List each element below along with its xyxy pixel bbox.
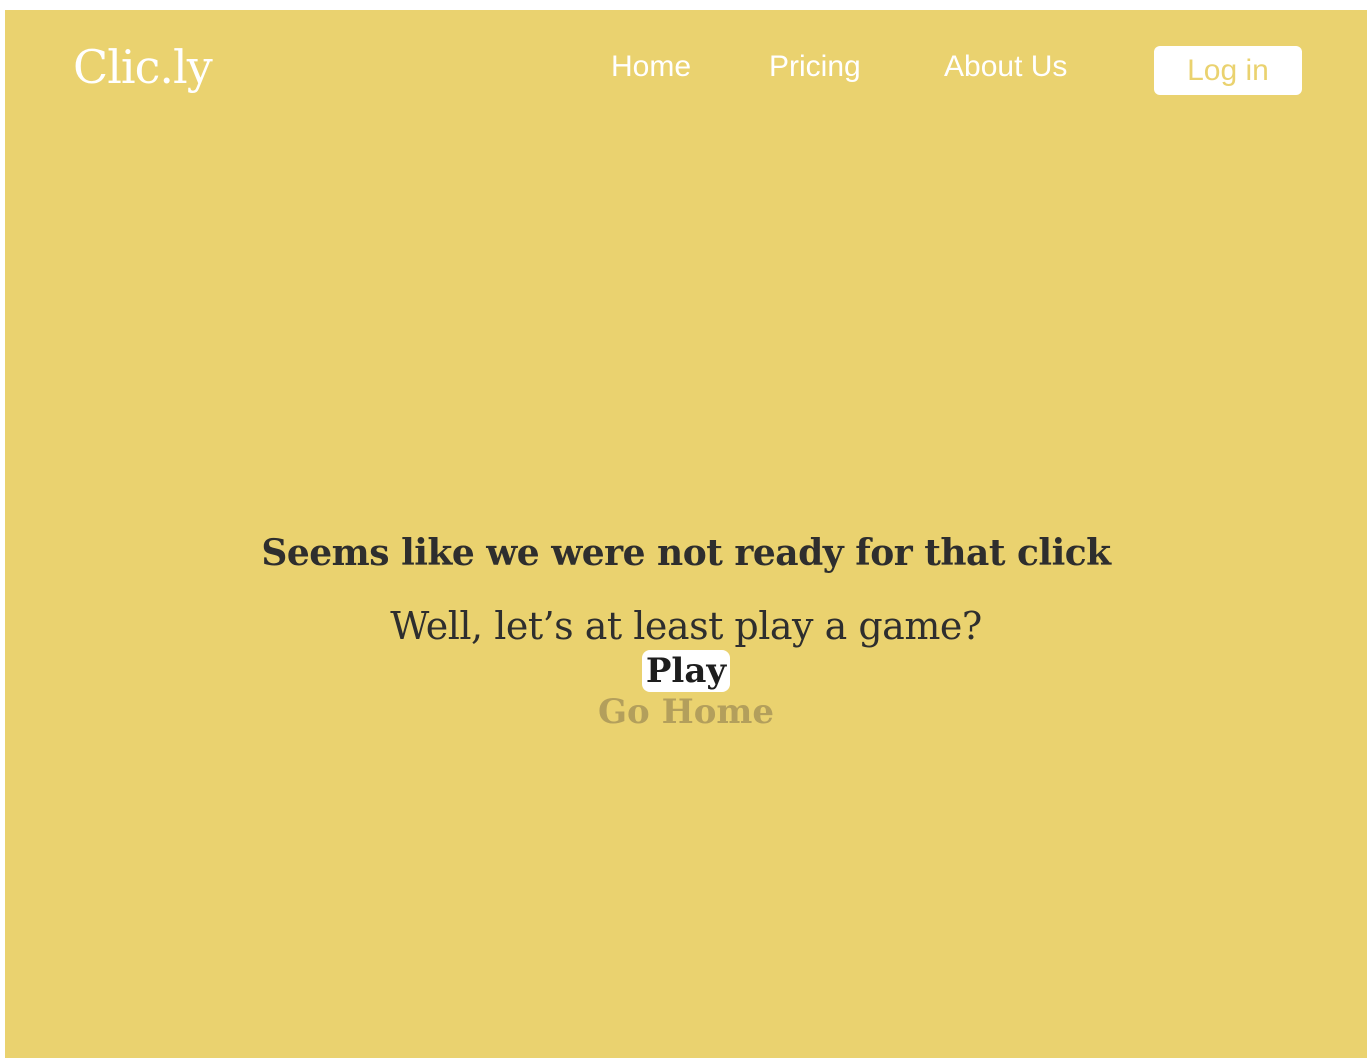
nav-link-pricing[interactable]: Pricing [769,50,861,84]
play-container: Play [5,650,1367,692]
go-home-container: Go Home [5,692,1367,732]
play-button[interactable]: Play [641,650,731,692]
login-button[interactable]: Log in [1154,46,1302,95]
error-page: Clic.ly Home Pricing About Us Log in See… [5,10,1367,1058]
nav-link-about-us[interactable]: About Us [944,50,1067,84]
error-heading: Seems like we were not ready for that cl… [261,532,1111,574]
nav-link-home[interactable]: Home [611,50,691,84]
error-subheading: Well, let’s at least play a game? [390,604,982,648]
go-home-link[interactable]: Go Home [598,692,774,732]
top-nav: Home Pricing About Us Log in [5,46,1367,98]
